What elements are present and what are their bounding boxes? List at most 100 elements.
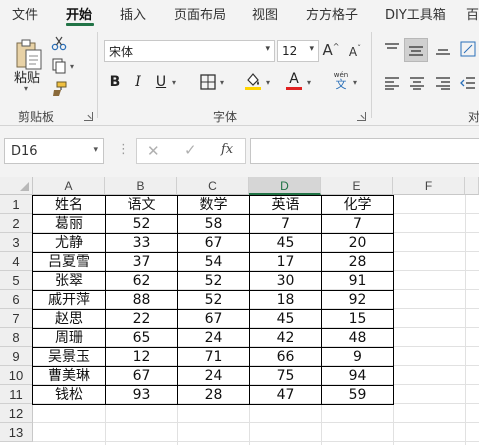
column-header-b[interactable]: B (105, 177, 177, 195)
table-cell[interactable]: 92 (321, 290, 394, 310)
table-cell[interactable]: 52 (105, 214, 178, 234)
table-cell[interactable]: 52 (177, 290, 250, 310)
fill-color-icon[interactable] (243, 70, 263, 92)
tab-view[interactable]: 视图 (252, 4, 278, 24)
table-cell[interactable]: 尤静 (32, 233, 106, 253)
header-cell-chemistry[interactable]: 化学 (321, 195, 394, 215)
bold-button[interactable]: B (106, 72, 124, 92)
tab-overflow[interactable]: 百 (466, 4, 479, 24)
table-cell[interactable]: 45 (249, 309, 322, 329)
table-cell[interactable]: 9 (321, 347, 394, 367)
enter-icon[interactable]: ✓ (184, 141, 197, 159)
table-cell[interactable]: 71 (177, 347, 250, 367)
row-header[interactable]: 9 (0, 347, 33, 366)
table-cell[interactable]: 75 (249, 366, 322, 386)
table-cell[interactable]: 33 (105, 233, 178, 253)
column-header-f[interactable]: F (393, 177, 465, 195)
table-cell[interactable]: 12 (105, 347, 178, 367)
font-launcher-icon[interactable] (357, 112, 366, 121)
tab-home[interactable]: 开始 (66, 4, 92, 24)
header-cell-english[interactable]: 英语 (249, 195, 322, 215)
column-header-a[interactable]: A (33, 177, 105, 195)
cancel-icon[interactable]: ✕ (147, 142, 160, 160)
row-header[interactable]: 11 (0, 385, 33, 404)
table-cell[interactable]: 94 (321, 366, 394, 386)
italic-button[interactable]: I (129, 72, 147, 92)
row-header[interactable]: 6 (0, 290, 33, 309)
row-header[interactable]: 7 (0, 309, 33, 328)
table-cell[interactable]: 28 (177, 385, 250, 405)
header-cell-name[interactable]: 姓名 (32, 195, 106, 215)
row-header[interactable]: 13 (0, 423, 33, 442)
table-cell[interactable]: 24 (177, 366, 250, 386)
table-cell[interactable]: 65 (105, 328, 178, 348)
table-cell[interactable]: 67 (177, 309, 250, 329)
table-cell[interactable]: 周珊 (32, 328, 106, 348)
table-cell[interactable]: 吕夏雪 (32, 252, 106, 272)
align-left-icon[interactable] (381, 72, 403, 94)
formula-bar-grip-icon[interactable]: ⋮ (117, 142, 130, 157)
decrease-indent-icon[interactable] (458, 72, 478, 94)
table-cell[interactable]: 88 (105, 290, 178, 310)
select-all-button[interactable] (0, 177, 33, 195)
table-cell[interactable]: 91 (321, 271, 394, 291)
table-cell[interactable]: 钱松 (32, 385, 106, 405)
column-header-g-partial[interactable] (465, 177, 479, 195)
table-cell[interactable]: 67 (177, 233, 250, 253)
chevron-down-icon[interactable]: ▾ (93, 145, 98, 155)
table-cell[interactable]: 7 (249, 214, 322, 234)
table-cell[interactable]: 28 (321, 252, 394, 272)
table-cell[interactable]: 48 (321, 328, 394, 348)
table-cell[interactable]: 24 (177, 328, 250, 348)
column-header-c[interactable]: C (177, 177, 249, 195)
row-header[interactable]: 1 (0, 195, 33, 214)
table-cell[interactable]: 62 (105, 271, 178, 291)
table-cell[interactable]: 22 (105, 309, 178, 329)
table-cell[interactable]: 曹美琳 (32, 366, 106, 386)
table-cell[interactable]: 66 (249, 347, 322, 367)
orientation-icon[interactable] (458, 38, 478, 60)
table-cell[interactable]: 58 (177, 214, 250, 234)
row-header[interactable]: 3 (0, 233, 33, 252)
table-cell[interactable]: 葛丽 (32, 214, 106, 234)
table-cell[interactable]: 67 (105, 366, 178, 386)
underline-button[interactable]: U (152, 72, 170, 92)
align-center-icon[interactable] (406, 72, 428, 94)
fill-color-dropdown-caret[interactable]: ▾ (266, 78, 270, 87)
table-cell[interactable]: 17 (249, 252, 322, 272)
font-name-select[interactable]: 宋体 ▾ (104, 40, 275, 62)
tab-diy-toolbox[interactable]: DIY工具箱 (385, 4, 446, 24)
row-header[interactable]: 5 (0, 271, 33, 290)
decrease-font-size-button[interactable]: Aˇ (346, 42, 364, 62)
row-header[interactable]: 10 (0, 366, 33, 385)
table-cell[interactable]: 18 (249, 290, 322, 310)
row-header[interactable]: 12 (0, 404, 33, 423)
align-middle-icon[interactable] (404, 38, 428, 62)
table-cell[interactable]: 37 (105, 252, 178, 272)
table-cell[interactable]: 戚开萍 (32, 290, 106, 310)
formula-input[interactable] (250, 138, 479, 164)
table-cell[interactable]: 30 (249, 271, 322, 291)
table-cell[interactable]: 93 (105, 385, 178, 405)
cut-icon[interactable] (50, 34, 68, 52)
row-header[interactable]: 8 (0, 328, 33, 347)
table-cell[interactable]: 52 (177, 271, 250, 291)
phonetic-dropdown-caret[interactable]: ▾ (353, 78, 357, 87)
borders-icon[interactable] (198, 72, 218, 92)
clipboard-launcher-icon[interactable] (84, 112, 93, 121)
column-header-d[interactable]: D (249, 177, 321, 195)
table-cell[interactable]: 赵思 (32, 309, 106, 329)
align-right-icon[interactable] (432, 72, 454, 94)
tab-file[interactable]: 文件 (12, 4, 38, 24)
format-painter-icon[interactable] (50, 80, 68, 98)
phonetic-guide-button[interactable]: wén 文 (330, 70, 352, 92)
table-cell[interactable]: 15 (321, 309, 394, 329)
font-size-select[interactable]: 12 ▾ (277, 40, 319, 62)
tab-page-layout[interactable]: 页面布局 (174, 4, 226, 24)
underline-dropdown-caret[interactable]: ▾ (172, 78, 176, 87)
font-color-button[interactable]: A (284, 70, 304, 92)
copy-dropdown-caret[interactable]: ▾ (70, 62, 74, 71)
paste-dropdown-caret[interactable]: ▾ (24, 84, 28, 93)
row-header[interactable]: 4 (0, 252, 33, 271)
tab-fangfanggezi[interactable]: 方方格子 (306, 4, 358, 24)
